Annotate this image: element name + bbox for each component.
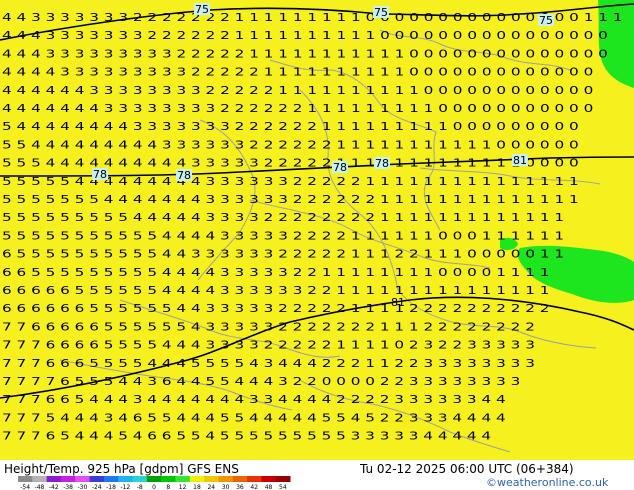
colorbar-tick: -24 — [92, 484, 102, 490]
colorbar-swatch — [89, 476, 105, 482]
map-value-row: 4 4 4 3 3 3 3 3 3 3 2 2 2 2 2 2 1 1 1 1 … — [2, 29, 608, 42]
colorbar-tick: 12 — [179, 484, 187, 490]
weather-map: 4 4 3 3 3 3 3 3 3 2 2 2 2 2 2 2 1 1 1 1 … — [0, 0, 634, 460]
contour-label: 78 — [177, 169, 191, 182]
colorbar-swatch — [189, 476, 205, 482]
colorbar-swatch — [247, 476, 262, 482]
colorbar-tick: 0 — [152, 484, 156, 490]
colorbar-tick: 8 — [166, 484, 170, 490]
colorbar-swatch — [75, 476, 91, 482]
contour-label: 78 — [333, 161, 347, 174]
map-value-row: 7 7 7 6 6 6 5 5 5 5 4 4 4 5 5 5 5 4 3 4 … — [2, 357, 535, 370]
map-value-row: 7 7 7 6 6 6 6 5 5 5 5 4 4 4 3 3 3 3 2 2 … — [2, 339, 535, 352]
contour-label: 81 — [513, 154, 527, 167]
colorbar-swatch — [118, 476, 134, 482]
colorbar-tick: 24 — [207, 484, 215, 490]
colorbar-swatch — [218, 476, 234, 482]
valid-time: Tu 02-12 2025 06:00 UTC (06+384) — [360, 462, 574, 476]
colorbar-tick: -12 — [120, 484, 130, 490]
colorbar-swatch — [103, 476, 119, 482]
map-value-row: 4 4 4 3 3 3 3 3 3 3 3 3 2 2 2 2 2 1 1 1 … — [2, 47, 608, 60]
colorbar-tick: 48 — [265, 484, 273, 490]
colorbar: -54 -48 -42 -38 -30 -24 -18 -12 -8 0 8 12 18 24 30 36 42… — [18, 476, 291, 490]
map-value-row: 4 4 3 3 3 3 3 3 3 2 2 2 2 2 2 2 1 1 1 1 … — [2, 11, 623, 24]
footer-bar: Height/Temp. 925 hPa [gdpm] GFS ENS Tu 0… — [0, 460, 634, 490]
colorbar-swatch — [18, 476, 33, 482]
colorbar-swatch — [261, 476, 277, 482]
map-value-row: 4 4 4 4 4 4 3 3 3 3 3 3 3 3 2 2 2 2 2 1 … — [2, 84, 593, 97]
colorbar-swatch — [175, 476, 191, 482]
colorbar-tick: -48 — [35, 484, 45, 490]
map-value-row: 5 5 5 5 5 5 5 4 4 4 4 4 4 4 3 3 3 3 3 3 … — [2, 193, 579, 206]
credit-text: ©weatheronline.co.uk — [486, 476, 609, 489]
colorbar-tick: -30 — [78, 484, 88, 490]
map-value-row: 7 7 7 6 5 4 4 4 5 4 6 6 5 5 4 5 5 5 5 5 … — [2, 430, 491, 443]
colorbar-tick: 18 — [193, 484, 201, 490]
colorbar-tick: -8 — [137, 484, 143, 490]
map-value-row: 5 4 4 4 4 4 4 4 4 3 3 3 3 3 3 3 2 2 2 2 … — [2, 120, 579, 133]
map-value-row: 5 5 5 5 5 5 5 5 5 5 5 4 4 4 4 3 3 3 3 3 … — [2, 229, 564, 242]
map-value-row: 6 6 6 6 6 5 5 5 5 5 5 4 4 4 4 3 3 3 3 3 … — [2, 284, 550, 297]
colorbar-swatch — [204, 476, 219, 482]
colorbar-swatch — [146, 476, 162, 482]
map-value-row: 6 6 6 6 6 6 5 5 5 5 5 5 4 4 3 3 3 3 3 2 … — [2, 302, 550, 315]
map-value-row: 5 5 4 4 4 4 4 4 4 4 4 3 3 3 3 3 3 2 2 2 … — [2, 138, 579, 151]
colorbar-swatch — [275, 476, 291, 482]
map-value-row: 5 5 5 5 5 5 5 5 5 4 4 4 4 4 3 3 3 3 2 2 … — [2, 211, 564, 224]
map-value-row: 5 5 5 5 5 4 4 4 4 4 4 4 4 4 3 3 3 3 3 3 … — [2, 175, 579, 188]
map-value-row: 6 6 5 5 5 5 5 5 5 5 5 4 4 4 4 3 3 3 3 3 … — [2, 266, 550, 279]
map-value-row: 7 7 7 7 6 5 5 5 4 4 3 6 4 4 5 5 4 4 4 3 … — [2, 375, 520, 388]
contour-label: 78 — [375, 157, 389, 170]
colorbar-swatch — [46, 476, 62, 482]
map-value-row: 4 4 4 4 3 3 3 3 3 3 3 3 3 2 2 2 2 2 1 1 … — [2, 66, 593, 79]
colorbar-tick: -38 — [63, 484, 73, 490]
colorbar-swatch — [32, 476, 48, 482]
colorbar-tick: -42 — [49, 484, 59, 490]
colorbar-swatch — [232, 476, 248, 482]
map-value-row: 4 4 4 4 4 4 4 3 3 3 3 3 3 3 3 2 2 2 2 2 … — [2, 102, 593, 115]
map-value-row: 6 5 5 5 5 5 5 5 5 5 5 4 4 3 3 3 3 3 3 2 … — [2, 248, 564, 261]
colorbar-tick: 42 — [250, 484, 258, 490]
contour-label: 75 — [195, 3, 209, 16]
map-value-row: 7 7 7 6 6 5 4 4 4 3 4 4 4 4 4 4 4 3 3 4 … — [2, 393, 506, 406]
map-value-row: 7 7 6 6 6 6 6 5 5 5 5 5 5 4 3 3 3 3 3 2 … — [2, 320, 535, 333]
map-value-row: 7 7 7 5 4 4 4 3 4 6 5 5 4 4 4 5 5 4 4 4 … — [2, 411, 506, 424]
colorbar-swatch — [60, 476, 76, 482]
map-title: Height/Temp. 925 hPa [gdpm] GFS ENS — [4, 462, 239, 476]
contour-label: 75 — [539, 14, 553, 27]
colorbar-swatch — [161, 476, 176, 482]
contour-label: 75 — [374, 6, 388, 19]
colorbar-tick: 54 — [279, 484, 287, 490]
map-value-row: 5 5 5 4 4 4 4 4 4 4 4 4 4 3 3 3 3 3 2 2 … — [2, 157, 579, 170]
colorbar-tick: -54 — [20, 484, 30, 490]
contour-label-81: 81 — [391, 296, 405, 309]
colorbar-tick: -18 — [106, 484, 116, 490]
colorbar-tick: 36 — [236, 484, 244, 490]
colorbar-swatch — [132, 476, 148, 482]
contour-label: 78 — [93, 168, 107, 181]
colorbar-tick: 30 — [222, 484, 230, 490]
